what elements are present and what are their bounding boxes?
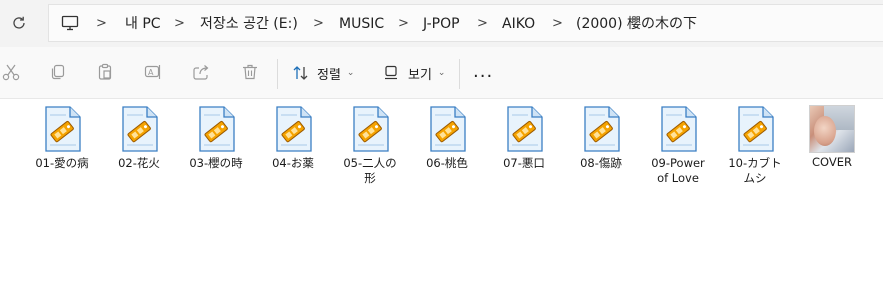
file-name: 06-桃色: [426, 156, 468, 170]
share-icon: [193, 65, 209, 80]
file-name: 08-傷跡: [580, 156, 622, 170]
audio-file-icon: [122, 106, 158, 152]
file-item[interactable]: 10-カブトムシ: [719, 105, 791, 186]
audio-file-icon: [584, 106, 620, 152]
toolbar-divider: [277, 59, 278, 89]
audio-file-icon: [507, 106, 543, 152]
file-grid: 01-愛の病 02-花火 03-櫻の時 04-お薬 05-二人の形 06-桃色 07-悪口 0…: [0, 99, 883, 294]
refresh-icon: [13, 16, 25, 29]
computer-icon: [61, 15, 79, 35]
address-bar[interactable]: > 내 PC > 저장소 공간 (E:) > MUSIC > J-POP > A…: [48, 4, 883, 42]
sort-icon: [293, 66, 308, 80]
file-item[interactable]: 03-櫻の時: [180, 105, 252, 171]
breadcrumb-separator-icon[interactable]: >: [552, 5, 563, 43]
command-bar: A 정렬 ⌄ 보기 ⌄ ...: [0, 47, 883, 99]
album-cover-thumbnail: [810, 106, 854, 152]
paste-icon: [98, 63, 112, 80]
audio-file-icon: [45, 106, 81, 152]
file-item[interactable]: 07-悪口: [488, 105, 560, 171]
breadcrumb-this-pc[interactable]: 내 PC: [125, 5, 161, 43]
file-item[interactable]: 02-花火: [103, 105, 175, 171]
cut-icon: [2, 64, 20, 81]
more-options-button[interactable]: ...: [473, 63, 493, 81]
rename-button[interactable]: A: [142, 61, 164, 83]
file-name: 10-カブトムシ: [728, 156, 782, 185]
chevron-down-icon: ⌄: [437, 68, 446, 78]
file-name: 04-お薬: [272, 156, 314, 170]
file-item[interactable]: COVER: [796, 105, 868, 170]
audio-file-icon: [430, 106, 466, 152]
copy-button[interactable]: [47, 61, 69, 83]
breadcrumb-aiko[interactable]: AIKO: [502, 5, 535, 43]
file-name: 02-花火: [118, 156, 160, 170]
file-name: 07-悪口: [503, 156, 545, 170]
file-item[interactable]: 05-二人の形: [334, 105, 406, 186]
file-item[interactable]: 01-愛の病: [26, 105, 98, 171]
cut-button[interactable]: [0, 61, 22, 83]
file-name: COVER: [811, 155, 852, 169]
file-name: 01-愛の病: [35, 156, 89, 170]
breadcrumb-music[interactable]: MUSIC: [339, 5, 384, 43]
delete-button[interactable]: [239, 61, 261, 83]
breadcrumb-jpop[interactable]: J-POP: [423, 5, 460, 43]
rename-icon: A: [144, 65, 161, 79]
breadcrumb-separator-icon[interactable]: >: [174, 5, 185, 43]
copy-icon: [51, 64, 65, 80]
sort-button[interactable]: 정렬 ⌄: [292, 61, 354, 85]
refresh-button[interactable]: [8, 12, 30, 34]
paste-button[interactable]: [94, 61, 116, 83]
breadcrumb-separator-icon[interactable]: >: [313, 5, 324, 43]
file-item[interactable]: 09-Power of Love: [642, 105, 714, 186]
file-item[interactable]: 06-桃色: [411, 105, 483, 171]
toolbar-divider: [459, 59, 460, 89]
breadcrumb-current-folder[interactable]: (2000) 櫻の木の下: [576, 5, 697, 43]
svg-text:A: A: [148, 68, 154, 77]
audio-file-icon: [661, 106, 697, 152]
breadcrumb-separator-icon[interactable]: >: [477, 5, 488, 43]
file-name: 03-櫻の時: [189, 156, 243, 170]
file-item[interactable]: 08-傷跡: [565, 105, 637, 171]
breadcrumb-drive[interactable]: 저장소 공간 (E:): [200, 5, 298, 43]
file-name: 09-Power of Love: [651, 156, 705, 185]
share-button[interactable]: [190, 61, 212, 83]
delete-icon: [243, 64, 257, 80]
view-label: 보기: [408, 67, 432, 83]
file-item[interactable]: 04-お薬: [257, 105, 329, 171]
sort-label: 정렬: [317, 67, 341, 83]
audio-file-icon: [353, 106, 389, 152]
address-row: > 내 PC > 저장소 공간 (E:) > MUSIC > J-POP > A…: [0, 0, 883, 47]
audio-file-icon: [199, 106, 235, 152]
breadcrumb-separator-icon[interactable]: >: [398, 5, 409, 43]
view-button[interactable]: 보기 ⌄: [383, 61, 445, 85]
view-icon: [385, 65, 397, 80]
file-name: 05-二人の形: [343, 156, 397, 185]
chevron-down-icon: ⌄: [346, 68, 355, 78]
audio-file-icon: [276, 106, 312, 152]
audio-file-icon: [738, 106, 774, 152]
breadcrumb-separator-icon[interactable]: >: [96, 5, 107, 43]
